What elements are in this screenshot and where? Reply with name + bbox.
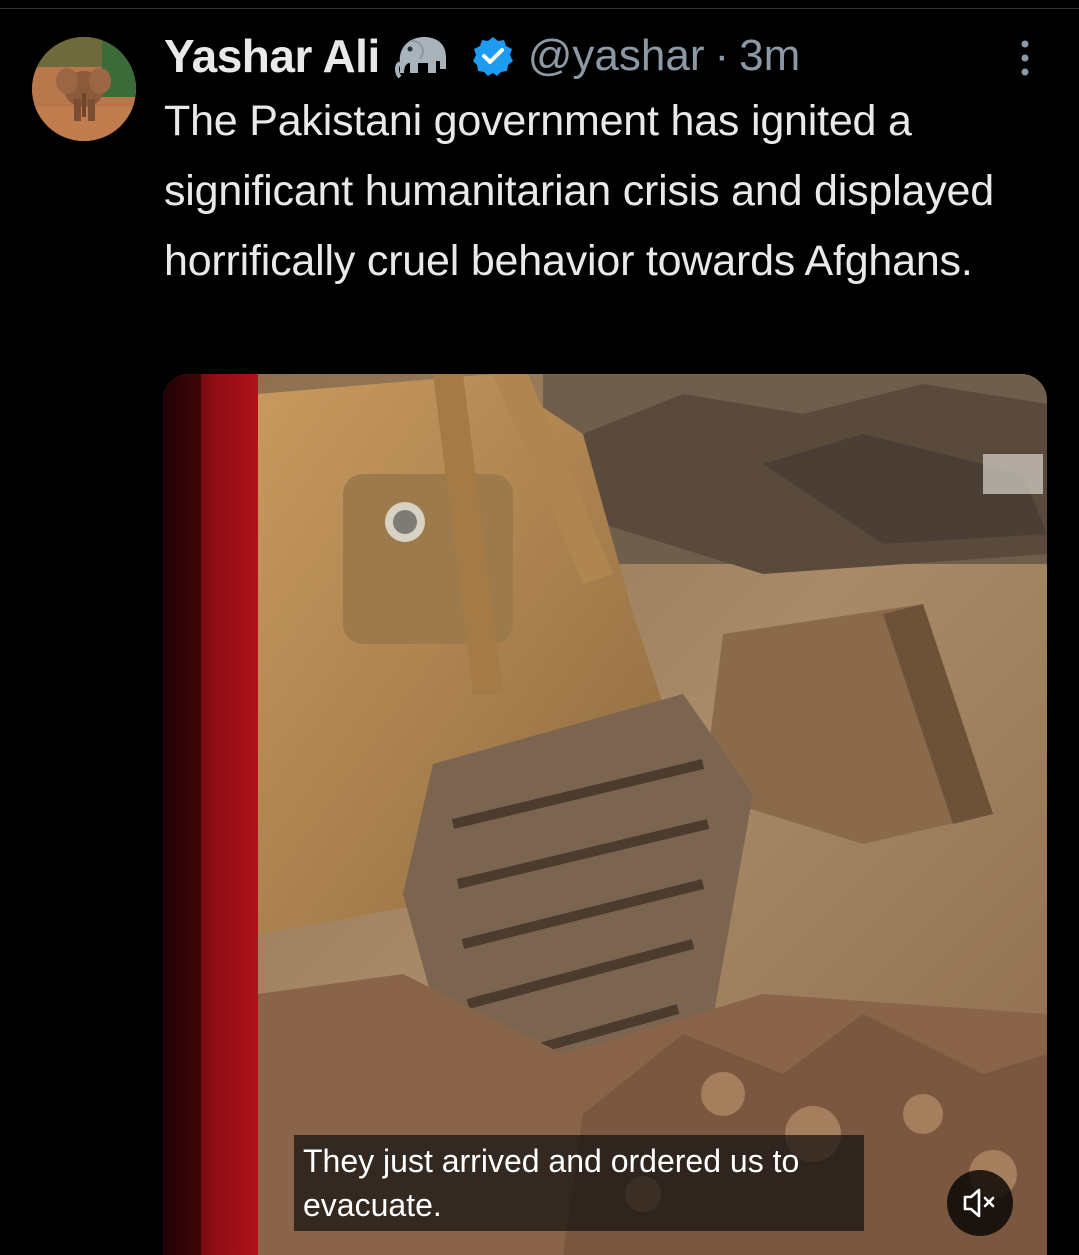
timestamp[interactable]: 3m bbox=[739, 31, 800, 81]
video-frame bbox=[163, 374, 1047, 1255]
video-player[interactable]: They just arrived and ordered us to evac… bbox=[163, 374, 1047, 1255]
caption-text: They just arrived and ordered us to evac… bbox=[303, 1143, 800, 1223]
tweet-header: Yashar Ali @yashar · 3m bbox=[164, 24, 800, 88]
user-handle[interactable]: @yashar bbox=[528, 31, 705, 81]
display-name[interactable]: Yashar Ali bbox=[164, 29, 380, 83]
mute-button[interactable] bbox=[947, 1170, 1013, 1236]
avatar[interactable] bbox=[32, 37, 136, 141]
separator-dot: · bbox=[714, 31, 730, 80]
tweet[interactable]: Yashar Ali @yashar · 3m The Pakistani go… bbox=[0, 0, 1079, 1255]
tweet-text: The Pakistani government has ignited a s… bbox=[164, 97, 994, 285]
elephant-icon bbox=[394, 33, 450, 79]
verified-badge-icon bbox=[472, 35, 514, 77]
more-vertical-icon[interactable] bbox=[1013, 38, 1037, 78]
speaker-muted-icon bbox=[963, 1188, 995, 1218]
video-caption: They just arrived and ordered us to evac… bbox=[294, 1135, 864, 1231]
